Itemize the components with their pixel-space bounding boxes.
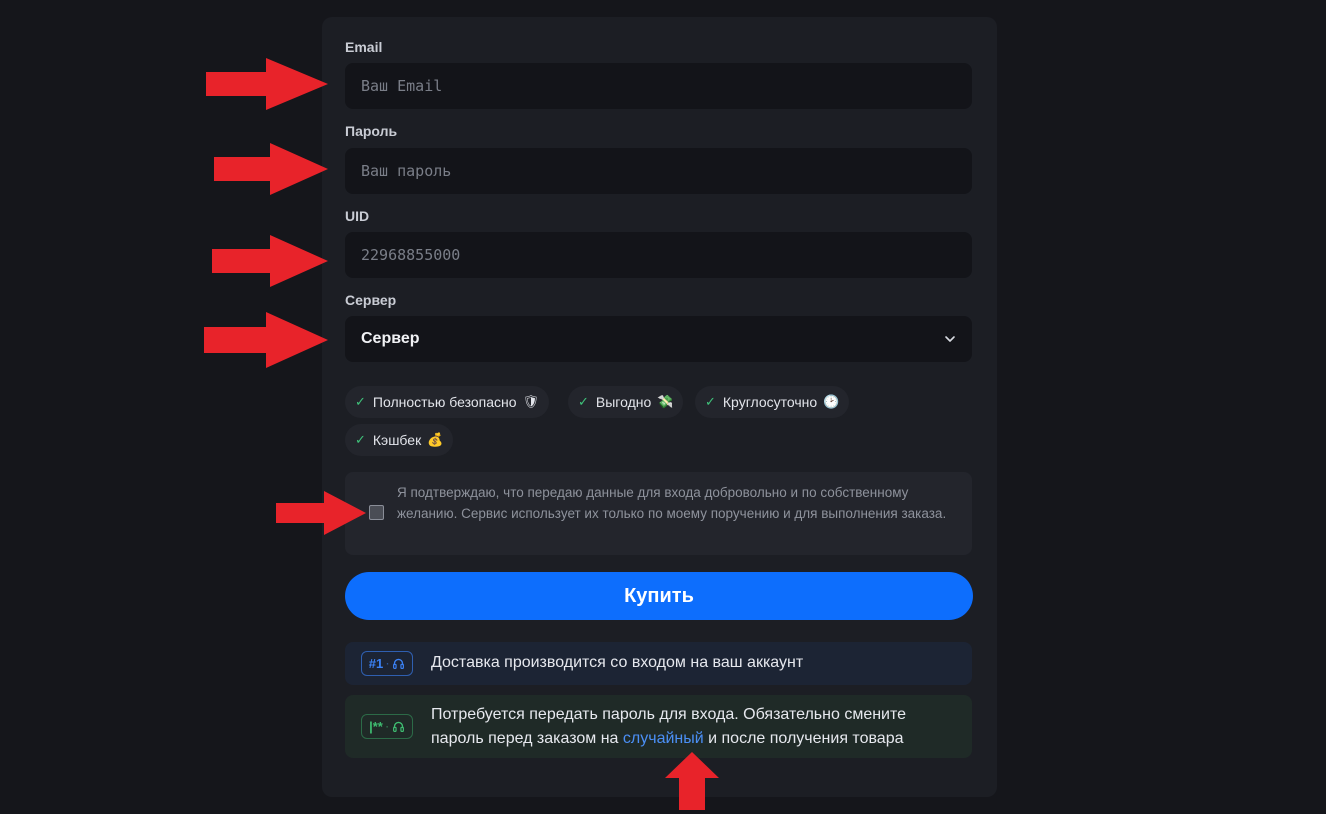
- uid-input[interactable]: [345, 232, 972, 278]
- check-icon: ✓: [355, 394, 366, 409]
- delivery-info-text: Доставка производится со входом на ваш а…: [431, 654, 804, 671]
- chip-24-7: ✓ Круглосуточно 🕑: [695, 386, 850, 418]
- email-input[interactable]: [345, 63, 972, 109]
- chip-cashback: ✓ Кэшбек 💰: [345, 424, 454, 456]
- check-icon: ✓: [705, 394, 716, 409]
- buy-button[interactable]: Купить: [345, 572, 973, 620]
- red-arrow-icon: [212, 235, 328, 287]
- server-label: Сервер: [345, 292, 397, 308]
- info-text-after: и после получения товара: [703, 730, 904, 747]
- red-arrow-icon: [206, 58, 328, 110]
- email-field-wrapper: [345, 63, 972, 109]
- check-icon: ✓: [355, 432, 366, 447]
- password-label: Пароль: [345, 123, 398, 139]
- headset-icon: [392, 721, 404, 732]
- clock-icon: 🕑: [823, 394, 840, 409]
- uid-label: UID: [345, 208, 370, 224]
- money-bag-icon: 💰: [427, 432, 444, 447]
- chip-label: Выгодно: [595, 394, 652, 410]
- email-label: Email: [345, 39, 383, 55]
- chip-label: Круглосуточно: [722, 394, 818, 410]
- chip-label: Полностью безопасно: [372, 394, 517, 410]
- red-arrow-icon: [204, 312, 328, 368]
- server-select-value: Сервер: [361, 330, 420, 347]
- uid-field-wrapper: [345, 232, 972, 278]
- delivery-info: #1 · Доставка производится со входом на …: [345, 642, 972, 685]
- chevron-down-icon: [945, 336, 955, 342]
- chip-label: Кэшбек: [372, 432, 422, 448]
- password-info-text: Потребуется передать пароль для входа. О…: [431, 703, 961, 751]
- check-icon: ✓: [578, 394, 589, 409]
- consent-box: Я подтверждаю, что передаю данные для вх…: [345, 472, 972, 555]
- badge-text: #1: [368, 656, 384, 671]
- chip-safe: ✓ Полностью безопасно 🛡: [345, 386, 550, 418]
- random-password-link[interactable]: случайный: [623, 730, 704, 747]
- password-field-wrapper: [345, 148, 972, 194]
- password-info: |** · Потребуется передать пароль для вх…: [345, 695, 972, 758]
- step-badge: #1 ·: [361, 651, 413, 676]
- shield-icon: 🛡: [522, 394, 540, 409]
- red-arrow-icon: [665, 752, 719, 810]
- server-select[interactable]: Сервер: [345, 316, 972, 362]
- consent-text: Я подтверждаю, что передаю данные для вх…: [397, 485, 947, 521]
- red-arrow-icon: [214, 143, 328, 195]
- money-wings-icon: 💸: [657, 394, 674, 409]
- consent-checkbox[interactable]: [369, 505, 384, 520]
- chip-profitable: ✓ Выгодно 💸: [568, 386, 684, 418]
- red-arrow-icon: [276, 491, 366, 535]
- headset-icon: [393, 658, 405, 669]
- password-badge: |** ·: [361, 714, 413, 739]
- password-input[interactable]: [345, 148, 972, 194]
- badge-text: |**: [369, 719, 383, 734]
